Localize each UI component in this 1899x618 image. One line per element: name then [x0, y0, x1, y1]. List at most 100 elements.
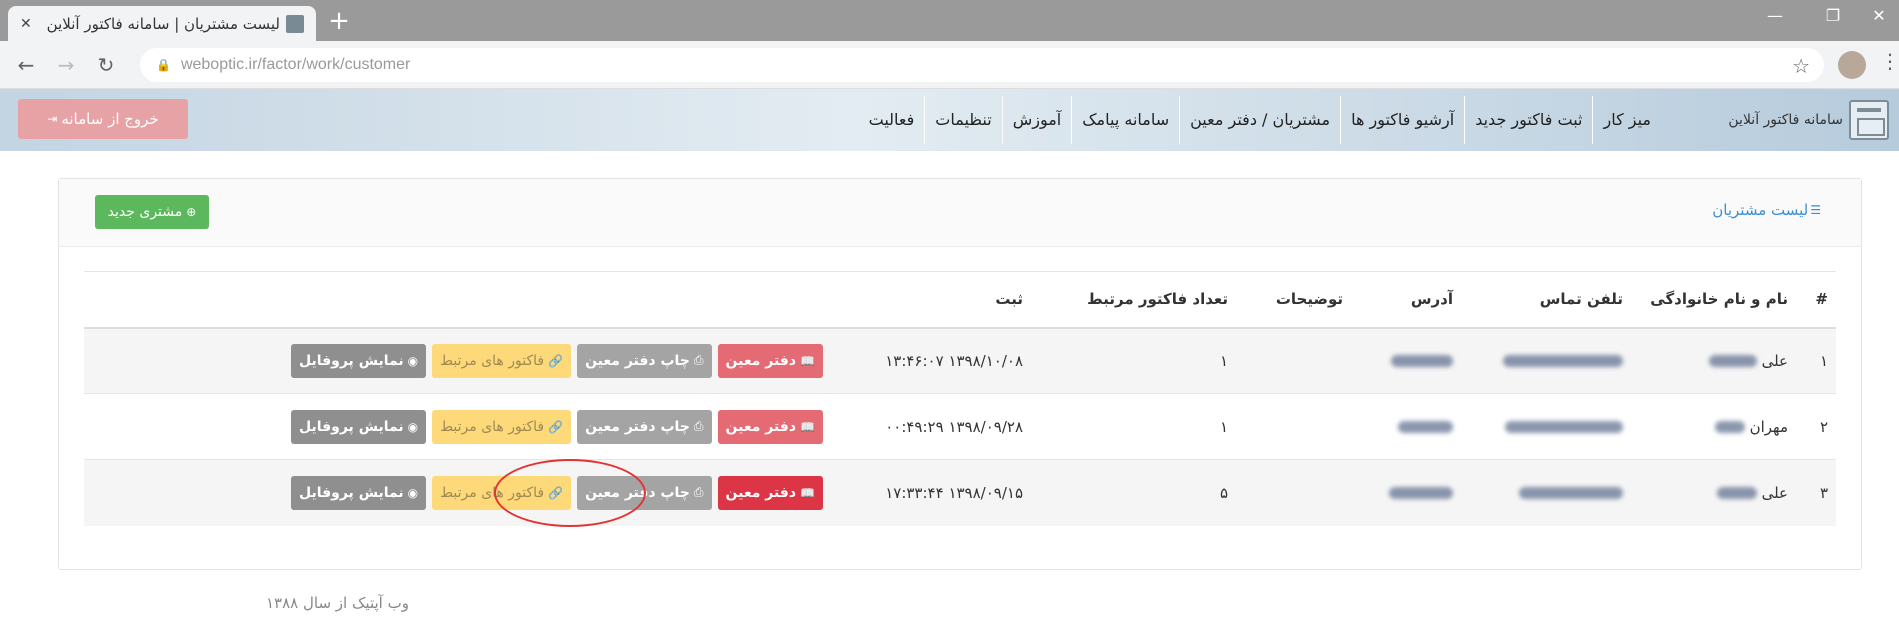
- book-icon: 📖: [800, 353, 815, 368]
- menu-item-new-invoice[interactable]: ثبت فاکتور جدید: [1464, 96, 1592, 144]
- customers-panel: ☰ لیست مشتریان ⊕ مشتری جدید # نام و نام …: [58, 178, 1862, 570]
- eye-icon: ◉: [407, 419, 419, 434]
- logout-button[interactable]: خروج از سامانه ⇥: [18, 99, 188, 139]
- new-tab-button[interactable]: +: [324, 6, 354, 36]
- customer-address: [1351, 327, 1461, 394]
- menu-item-tutorial[interactable]: آموزش: [1001, 96, 1072, 144]
- redacted-surname: [1708, 355, 1757, 368]
- customer-name: مهران: [1631, 393, 1796, 460]
- print-ledger-label: چاپ دفتر معین: [585, 418, 690, 435]
- favicon-icon: [286, 14, 304, 33]
- back-icon[interactable]: ←: [10, 49, 42, 81]
- list-icon: ☰: [1810, 203, 1821, 217]
- redacted-phone: [1519, 487, 1623, 500]
- menu-item-activity[interactable]: فعالیت: [859, 96, 925, 144]
- customer-phone: [1461, 327, 1631, 394]
- ledger-label: دفتر معین: [725, 352, 797, 369]
- ledger-button[interactable]: 📖 دفتر معین: [717, 475, 823, 510]
- eye-icon: ◉: [407, 485, 419, 500]
- brand[interactable]: سامانه فاکتور آنلاین: [1728, 89, 1889, 151]
- row-number: ۲: [1796, 393, 1836, 460]
- close-tab-icon[interactable]: ✕: [20, 16, 32, 32]
- menu-kebab-icon[interactable]: ⋮: [1880, 49, 1899, 73]
- print-ledger-button[interactable]: ⎙ چاپ دفتر معین: [577, 409, 712, 444]
- col-actions: [84, 271, 831, 329]
- link-icon: 🔗: [548, 353, 564, 368]
- show-profile-button[interactable]: ◉ نمایش پروفایل: [290, 409, 427, 444]
- customer-phone: [1461, 393, 1631, 460]
- reload-icon[interactable]: ↻: [90, 49, 122, 81]
- minimize-icon[interactable]: —: [1760, 6, 1790, 25]
- row-actions: 📖 دفتر معین ⎙ چاپ دفتر معین 🔗 فاکتور های مر…: [84, 327, 831, 394]
- table-row: ۱ علی ۱ ۱۳۹۸/۱۰/۰۸ ۱۳:۴۶:۰۷ 📖 دفتر معین ⎙…: [84, 327, 1836, 394]
- customer-name: علی: [1631, 327, 1796, 394]
- browser-tabbar: لیست مشتریان | سامانه فاکتور آنلاین ✕ + …: [0, 0, 1899, 41]
- new-customer-button[interactable]: ⊕ مشتری جدید: [95, 195, 209, 229]
- row-number: ۱: [1796, 327, 1836, 394]
- customer-description: [1236, 327, 1351, 394]
- customer-name: علی: [1631, 459, 1796, 526]
- redacted-surname: [1714, 421, 1745, 433]
- customer-first-name: مهران: [1749, 417, 1788, 436]
- footer-text: وب آپتیک از سال ۱۳۸۸: [266, 594, 409, 612]
- customer-description: [1236, 393, 1351, 460]
- app-navbar: سامانه فاکتور آنلاین میز کار ثبت فاکتور …: [0, 89, 1899, 151]
- menu-item-invoice-archive[interactable]: آرشیو فاکتور ها: [1340, 96, 1464, 144]
- eye-icon: ◉: [407, 353, 419, 368]
- menu-item-customers[interactable]: مشتریان / دفتر معین: [1179, 96, 1340, 144]
- related-invoices-label: فاکتور های مرتبط: [440, 352, 545, 369]
- profile-avatar[interactable]: [1838, 51, 1866, 79]
- ledger-button[interactable]: 📖 دفتر معین: [717, 409, 823, 444]
- row-actions: 📖 دفتر معین ⎙ چاپ دفتر معین 🔗 فاکتور های مر…: [84, 459, 831, 526]
- table-header-row: # نام و نام خانوادگی تلفن تماس آدرس توضی…: [84, 271, 1836, 329]
- show-profile-button[interactable]: ◉ نمایش پروفایل: [290, 475, 427, 510]
- invoice-count: ۱: [1031, 327, 1236, 394]
- print-ledger-button[interactable]: ⎙ چاپ دفتر معین: [577, 343, 712, 378]
- show-profile-label: نمایش پروفایل: [298, 484, 404, 501]
- col-phone: تلفن تماس: [1461, 271, 1631, 329]
- address-bar[interactable]: 🔒 weboptic.ir/factor/work/customer ☆: [140, 48, 1824, 82]
- register-logo-icon: [1849, 100, 1889, 140]
- customers-table: # نام و نام خانوادگی تلفن تماس آدرس توضی…: [84, 271, 1836, 526]
- table-row: ۳ علی ۵ ۱۳۹۸/۰۹/۱۵ ۱۷:۳۳:۴۴ 📖 دفتر معین ⎙…: [84, 459, 1836, 526]
- url-text: weboptic.ir/factor/work/customer: [180, 56, 411, 73]
- redacted-address: [1389, 487, 1453, 500]
- related-invoices-button[interactable]: 🔗 فاکتور های مرتبط: [432, 343, 572, 378]
- tab-title: لیست مشتریان | سامانه فاکتور آنلاین: [46, 14, 280, 33]
- new-customer-label: مشتری جدید: [107, 204, 183, 220]
- ledger-button[interactable]: 📖 دفتر معین: [717, 343, 823, 378]
- customer-address: [1351, 459, 1461, 526]
- close-window-icon[interactable]: ✕: [1864, 6, 1894, 25]
- menu-item-dashboard[interactable]: میز کار: [1592, 96, 1661, 144]
- col-name: نام و نام خانوادگی: [1631, 271, 1796, 329]
- bookmark-star-icon[interactable]: ☆: [1792, 54, 1810, 78]
- forward-icon[interactable]: →: [50, 49, 82, 81]
- show-profile-label: نمایش پروفایل: [298, 418, 404, 435]
- book-icon: 📖: [800, 419, 815, 434]
- printer-icon: ⎙: [693, 353, 704, 368]
- menu-item-sms[interactable]: سامانه پیامک: [1071, 96, 1179, 144]
- col-description: توضیحات: [1236, 271, 1351, 329]
- col-address: آدرس: [1351, 271, 1461, 329]
- menu-item-settings[interactable]: تنظیمات: [924, 96, 1001, 144]
- redacted-phone: [1505, 421, 1623, 433]
- ledger-label: دفتر معین: [725, 484, 797, 501]
- browser-toolbar: ← → ↻ 🔒 weboptic.ir/factor/work/customer…: [0, 41, 1899, 89]
- related-invoices-label: فاکتور های مرتبط: [440, 418, 545, 435]
- printer-icon: ⎙: [693, 419, 704, 433]
- show-profile-button[interactable]: ◉ نمایش پروفایل: [290, 343, 427, 378]
- col-num: #: [1796, 271, 1836, 329]
- print-ledger-label: چاپ دفتر معین: [585, 352, 690, 369]
- book-icon: 📖: [800, 485, 815, 500]
- related-invoices-button[interactable]: 🔗 فاکتور های مرتبط: [432, 409, 572, 444]
- browser-tab[interactable]: لیست مشتریان | سامانه فاکتور آنلاین ✕: [8, 6, 316, 41]
- customer-phone: [1461, 459, 1631, 526]
- maximize-icon[interactable]: ❐: [1818, 6, 1848, 25]
- highlight-circle: [494, 459, 646, 527]
- show-profile-label: نمایش پروفایل: [298, 352, 404, 369]
- invoice-count: ۵: [1031, 459, 1236, 526]
- redacted-address: [1391, 355, 1453, 368]
- main-menu: میز کار ثبت فاکتور جدید آرشیو فاکتور ها …: [859, 89, 1661, 151]
- redacted-surname: [1716, 487, 1757, 500]
- printer-icon: ⎙: [693, 485, 704, 500]
